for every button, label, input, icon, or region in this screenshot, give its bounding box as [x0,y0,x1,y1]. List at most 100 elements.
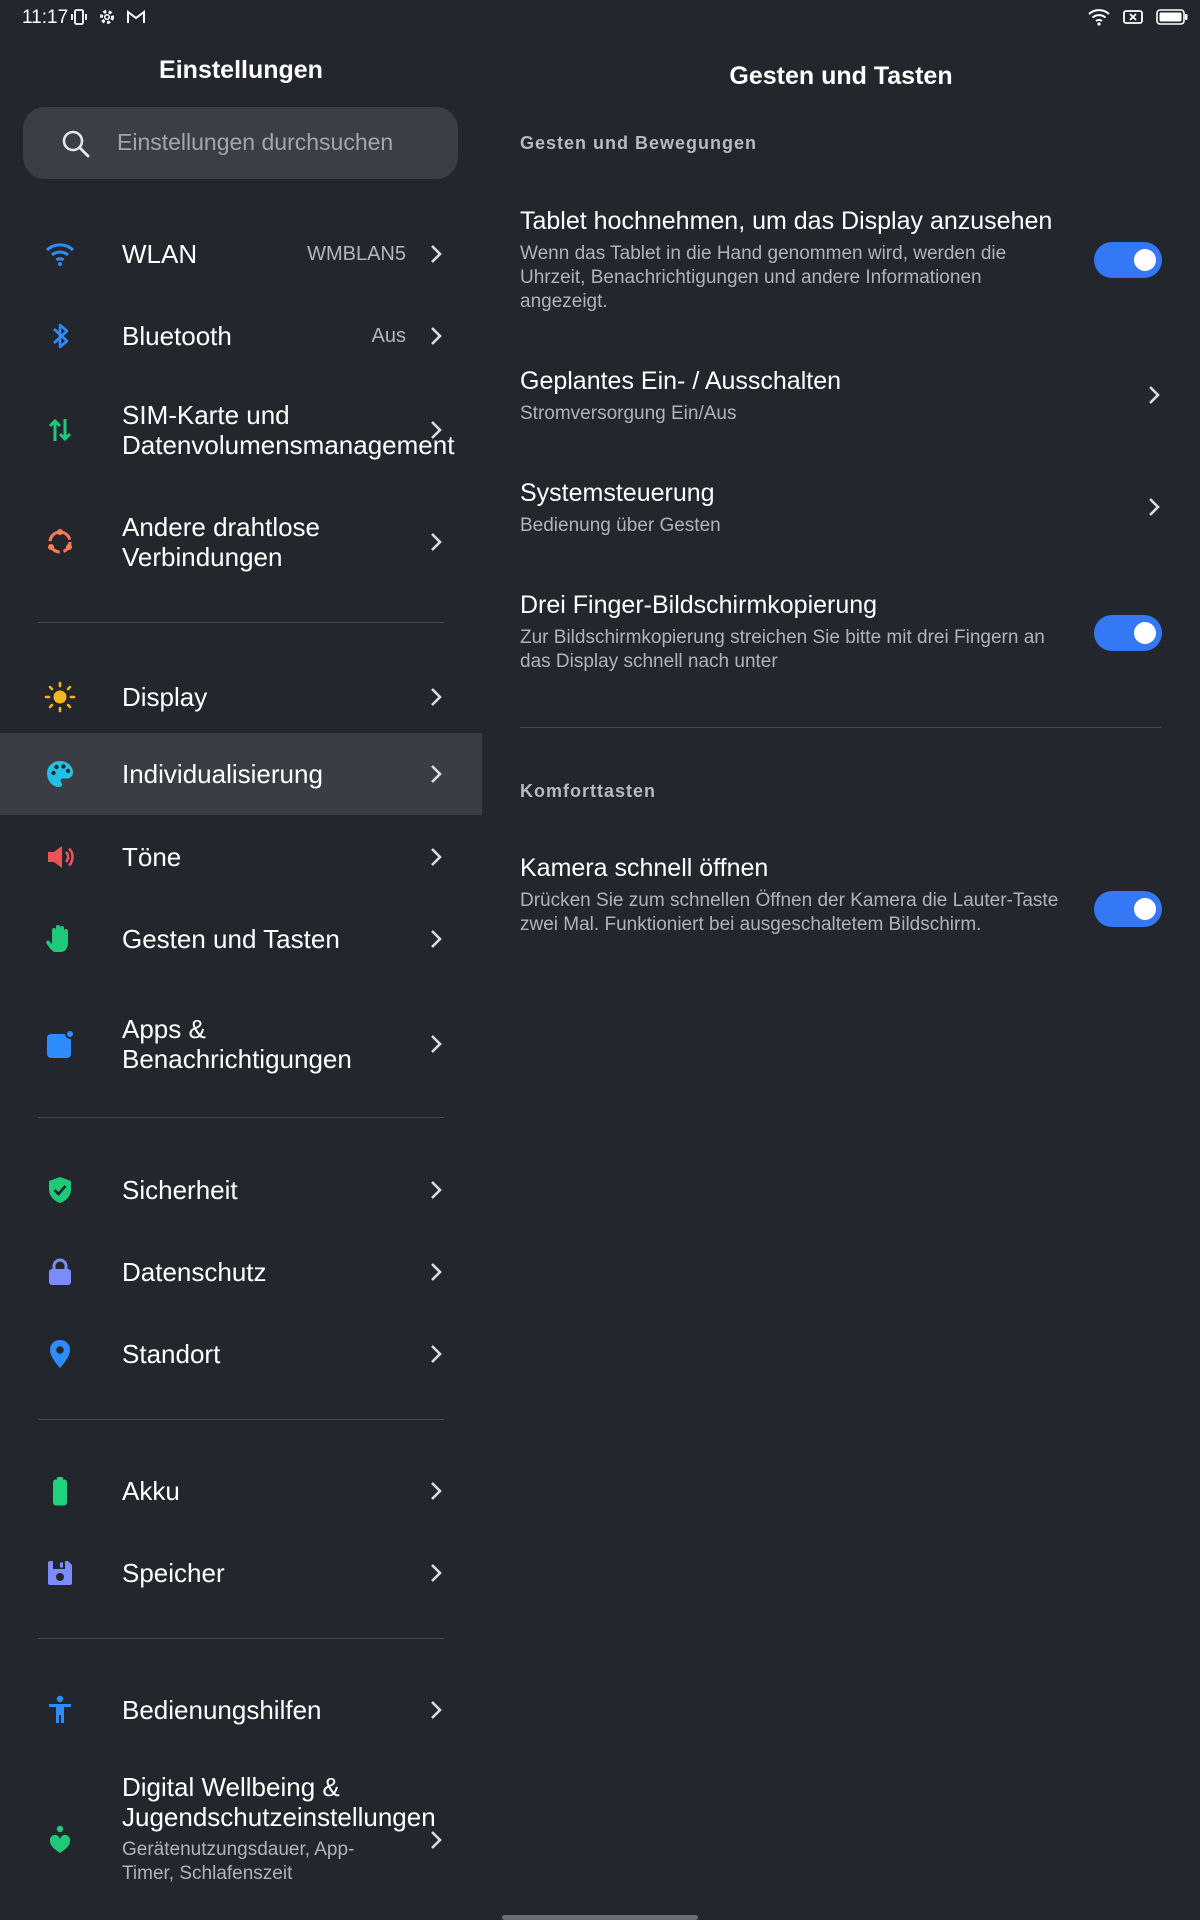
search-placeholder: Einstellungen durchsuchen [117,129,394,155]
chevron-right-icon [428,685,444,709]
settings-screen: 11:17 Einstellungen Einstellungen durchs… [0,0,1200,1920]
toggle-knob [1134,622,1156,644]
section-header-convenience-keys: Komforttasten [520,781,657,801]
home-indicator[interactable] [502,1915,698,1920]
sidebar-item-battery[interactable]: Akku [0,1451,482,1531]
sidebar-item-wireless[interactable]: Andere drahtlose Verbindungen [0,497,482,587]
sidebar-item-apps[interactable]: Apps & Benachrichtigungen [0,998,482,1090]
vibrate-icon [70,8,88,31]
sidebar-item-label: Gesten und Tasten [122,924,340,954]
sidebar-item-storage[interactable]: Speicher [0,1533,482,1613]
search-input[interactable]: Einstellungen durchsuchen [23,107,458,179]
setting-title: Kamera schnell öffnen [520,854,769,882]
section-header-gestures: Gesten und Bewegungen [520,133,758,153]
sidebar-item-wellbeing[interactable]: Digital Wellbeing & Jugendschutzeinstell… [0,1763,482,1919]
sidebar-item-label: Töne [122,842,182,872]
chevron-right-icon [1146,495,1162,524]
setting-system-navigation[interactable]: Systemsteuerung Bedienung über Gesten [520,478,1170,538]
bluetooth-status-value: Aus [371,325,406,347]
sidebar-item-label: Digital Wellbeing & Jugendschutzeinstell… [122,1772,436,1832]
sidebar-item-label: Bedienungshilfen [122,1695,322,1725]
sidebar-item-personalization[interactable]: Individualisierung [0,733,482,815]
setting-lift-to-wake[interactable]: Tablet hochnehmen, um das Display anzuse… [520,206,1170,314]
chevron-right-icon [428,1032,444,1056]
setting-description: Drücken Sie zum schnellen Öffnen der Kam… [520,890,1059,935]
chevron-right-icon [428,762,444,786]
setting-title: Geplantes Ein- / Ausschalten [520,367,842,395]
setting-quick-camera[interactable]: Kamera schnell öffnen Drücken Sie zum sc… [520,853,1170,937]
chevron-right-icon [428,418,444,442]
chevron-right-icon [428,1828,444,1852]
page-title: Gesten und Tasten [729,62,953,90]
sidebar-item-label: Akku [122,1476,180,1506]
setting-title: Drei Finger-Bildschirmkopierung [520,591,878,619]
divider [520,727,1162,728]
chevron-right-icon [428,1479,444,1503]
wireless-connections-icon [44,526,76,558]
chevron-right-icon [1146,383,1162,412]
divider [38,622,444,623]
lock-icon [44,1256,76,1288]
setting-three-finger-screenshot[interactable]: Drei Finger-Bildschirmkopierung Zur Bild… [520,590,1170,674]
sidebar-item-label: Apps & Benachrichtigungen [122,1014,352,1074]
wifi-status-icon [1088,8,1110,31]
hand-icon [44,923,76,955]
accessibility-icon [44,1694,76,1726]
sidebar-item-wlan[interactable]: WLAN WMBLAN5 [0,219,482,289]
sidebar-item-accessibility[interactable]: Bedienungshilfen [0,1670,482,1750]
divider [38,1638,444,1639]
sidebar-item-sub: Gerätenutzungsdauer, App-Timer, Schlafen… [122,1839,355,1884]
settings-sidebar: Einstellungen Einstellungen durchsuchen … [0,36,482,1920]
chevron-right-icon [428,1698,444,1722]
storage-icon [44,1557,76,1589]
search-icon [61,129,91,164]
three-finger-screenshot-toggle[interactable] [1094,615,1162,651]
bluetooth-icon [44,320,76,352]
sidebar-item-location[interactable]: Standort [0,1314,482,1394]
setting-description: Zur Bildschirmkopierung streichen Sie bi… [520,627,1045,672]
setting-description: Wenn das Tablet in die Hand genommen wir… [520,243,1007,312]
speaker-icon [44,841,76,873]
sidebar-item-label: Andere drahtlose Verbindungen [122,512,321,572]
palette-icon [44,758,76,790]
apps-notifications-icon [44,1028,76,1060]
sidebar-item-sim[interactable]: SIM-Karte und Datenvolumensmanagement [0,385,482,475]
battery-icon [44,1475,76,1507]
sidebar-item-label: Display [122,682,208,712]
sidebar-title: Einstellungen [159,56,323,84]
gestures-panel: Gesten und Tasten Gesten und Bewegungen … [482,36,1200,1920]
quick-camera-toggle[interactable] [1094,891,1162,927]
divider [38,1419,444,1420]
setting-title: Tablet hochnehmen, um das Display anzuse… [520,207,1053,235]
lift-to-wake-toggle[interactable] [1094,242,1162,278]
setting-title: Systemsteuerung [520,479,715,507]
chevron-right-icon [428,1178,444,1202]
toggle-knob [1134,898,1156,920]
sidebar-item-privacy[interactable]: Datenschutz [0,1232,482,1312]
sidebar-item-label: Speicher [122,1558,225,1588]
divider [38,1117,444,1118]
shield-icon [44,1174,76,1206]
sidebar-item-sounds[interactable]: Töne [0,817,482,897]
wellbeing-icon [44,1823,76,1855]
toggle-knob [1134,249,1156,271]
no-sim-icon [1122,8,1144,31]
setting-description: Stromversorgung Ein/Aus [520,403,737,424]
wifi-icon [44,238,76,270]
sidebar-item-display[interactable]: Display [0,657,482,737]
sidebar-item-security[interactable]: Sicherheit [0,1150,482,1230]
sidebar-item-label: Datenschutz [122,1257,267,1287]
chevron-right-icon [428,1260,444,1284]
chevron-right-icon [428,324,444,348]
location-pin-icon [44,1338,76,1370]
sidebar-item-gestures[interactable]: Gesten und Tasten [0,899,482,979]
sidebar-item-label: Standort [122,1339,221,1369]
battery-status-icon [1156,8,1188,31]
chevron-right-icon [428,845,444,869]
sim-data-icon [44,414,76,446]
setting-scheduled-power[interactable]: Geplantes Ein- / Ausschalten Stromversor… [520,366,1170,426]
status-bar: 11:17 [0,0,1200,36]
setting-description: Bedienung über Gesten [520,515,721,536]
sidebar-item-label: Individualisierung [122,759,323,789]
sidebar-item-bluetooth[interactable]: Bluetooth Aus [0,301,482,371]
